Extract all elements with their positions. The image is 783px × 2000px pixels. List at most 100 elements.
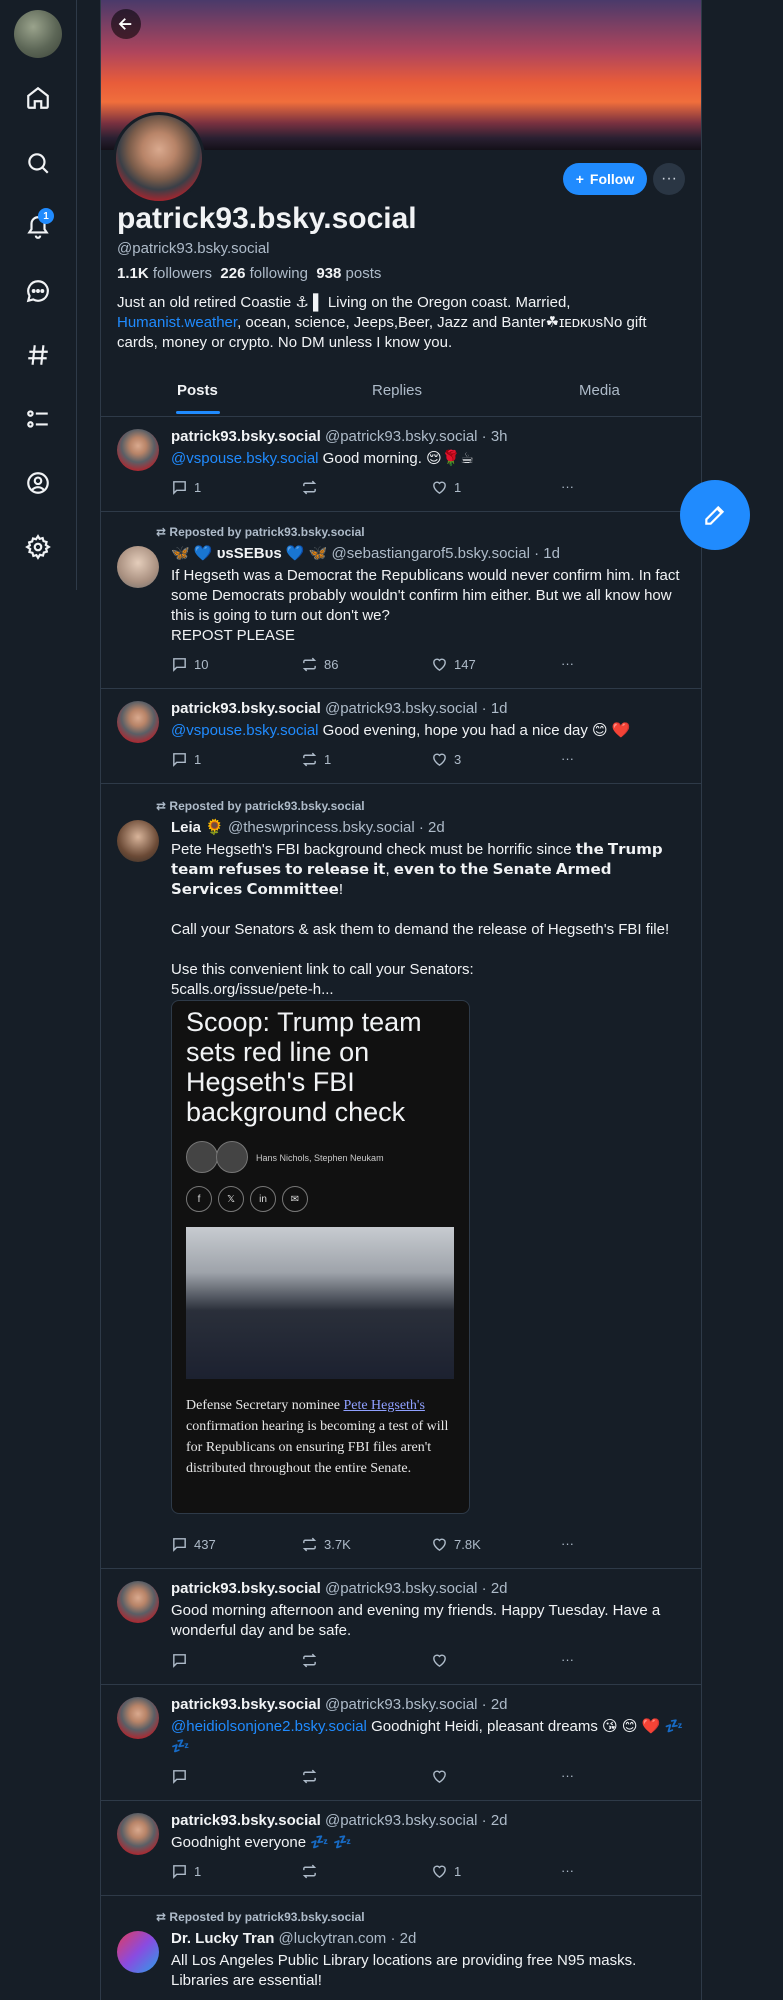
like-button[interactable] <box>431 1768 454 1785</box>
repost-button[interactable] <box>301 1768 324 1785</box>
posts-stat: 938 posts <box>316 265 382 282</box>
post-actions: 10 86 147 ··· <box>171 656 591 676</box>
repost-indicator[interactable]: ⇄ Reposted by patrick93.bsky.social <box>156 799 365 813</box>
chat-icon[interactable] <box>22 275 54 307</box>
feed-post[interactable]: patrick93.bsky.social @patrick93.bsky.so… <box>101 1801 701 1896</box>
compose-post-button[interactable] <box>680 480 750 550</box>
settings-gear-icon[interactable] <box>22 531 54 563</box>
repost-icon <box>302 1864 317 1879</box>
post-author-name[interactable]: Leia 🌻 <box>171 819 224 836</box>
card-authors: Hans Nichols, Stephen Neukam <box>256 1153 384 1163</box>
post-more-options-icon[interactable]: ··· <box>561 479 574 494</box>
back-arrow-icon[interactable] <box>111 9 141 39</box>
feed-post[interactable]: patrick93.bsky.social @patrick93.bsky.so… <box>101 417 701 512</box>
post-mention-link[interactable]: @heidiolsonjone2.bsky.social <box>171 1718 367 1735</box>
repost-button[interactable]: 3.7K <box>301 1536 351 1553</box>
reply-button[interactable] <box>171 1768 194 1785</box>
reply-button[interactable]: 1 <box>171 1863 201 1880</box>
reply-icon <box>173 1654 186 1668</box>
post-author-avatar[interactable] <box>117 1581 159 1623</box>
like-button[interactable]: 3 <box>431 751 461 768</box>
post-author-avatar[interactable] <box>117 1931 159 1973</box>
repost-indicator[interactable]: ⇄ Reposted by patrick93.bsky.social <box>156 525 365 539</box>
post-author-name[interactable]: 🦋 💙 ᴜsSEBᴜs 💙 🦋 <box>171 545 327 562</box>
feed-post[interactable]: patrick93.bsky.social @patrick93.bsky.so… <box>101 1569 701 1685</box>
post-author-avatar[interactable] <box>117 1813 159 1855</box>
profile-stats: 1.1K followers 226 following 938 posts <box>117 265 381 282</box>
my-avatar[interactable] <box>14 10 62 58</box>
post-author-avatar[interactable] <box>117 701 159 743</box>
like-button[interactable]: 147 <box>431 656 476 673</box>
post-mention-link[interactable]: @vspouse.bsky.social <box>171 722 319 739</box>
search-icon[interactable] <box>22 147 54 179</box>
post-mention-link[interactable]: @vspouse.bsky.social <box>171 450 319 467</box>
notification-badge: 1 <box>38 208 54 224</box>
repost-indicator[interactable]: ⇄ Reposted by patrick93.bsky.social <box>156 1910 365 1924</box>
feed-post[interactable]: patrick93.bsky.social @patrick93.bsky.so… <box>101 689 701 784</box>
tab-posts[interactable]: Posts <box>177 382 218 399</box>
like-button[interactable]: 1 <box>431 479 461 496</box>
post-more-options-icon[interactable]: ··· <box>561 1536 574 1551</box>
like-button[interactable] <box>431 1652 454 1669</box>
followers-stat[interactable]: 1.1K followers <box>117 265 212 282</box>
post-more-options-icon[interactable]: ··· <box>561 1768 574 1783</box>
post-author-avatar[interactable] <box>117 820 159 862</box>
notifications-icon[interactable]: 1 <box>22 208 54 243</box>
repost-button[interactable] <box>301 479 324 496</box>
post-author-avatar[interactable] <box>117 429 159 471</box>
feed-post[interactable]: ⇄ Reposted by patrick93.bsky.social 🦋 💙 … <box>101 512 701 689</box>
post-more-options-icon[interactable]: ··· <box>561 1652 574 1667</box>
repost-icon <box>302 480 317 495</box>
reply-button[interactable] <box>171 1652 194 1669</box>
post-author-handle: @sebastiangarof5.bsky.social · 1d <box>331 545 560 562</box>
repost-button[interactable] <box>301 1863 324 1880</box>
profile-bio: Just an old retired Coastie ⚓ ▌ Living o… <box>117 294 647 351</box>
post-more-options-icon[interactable]: ··· <box>561 656 574 671</box>
reply-button[interactable]: 1 <box>171 479 201 496</box>
bio-link[interactable]: Humanist.weather <box>117 314 237 331</box>
post-more-options-icon[interactable]: ··· <box>561 751 574 766</box>
left-sidebar: 1 <box>0 0 77 590</box>
feed-post[interactable]: patrick93.bsky.social @patrick93.bsky.so… <box>101 1685 701 1801</box>
feed-post[interactable]: ⇄ Reposted by patrick93.bsky.social Leia… <box>101 784 701 1569</box>
home-icon[interactable] <box>22 82 54 114</box>
repost-button[interactable]: 1 <box>301 751 331 768</box>
post-author-name[interactable]: patrick93.bsky.social <box>171 1812 321 1829</box>
like-button[interactable]: 7.8K <box>431 1536 481 1553</box>
post-author-name[interactable]: patrick93.bsky.social <box>171 700 321 717</box>
profile-more-options-icon[interactable]: ··· <box>653 163 685 195</box>
repost-small-icon: ⇄ <box>156 1910 167 1924</box>
post-more-options-icon[interactable]: ··· <box>561 1863 574 1878</box>
link-preview-card[interactable]: Scoop: Trump team sets red line on Hegse… <box>171 1000 470 1514</box>
feed-post[interactable]: ⇄ Reposted by patrick93.bsky.social Dr. … <box>101 1896 701 2000</box>
post-author-name[interactable]: patrick93.bsky.social <box>171 1580 321 1597</box>
profile-icon[interactable] <box>22 467 54 499</box>
profile-avatar[interactable] <box>113 112 205 204</box>
post-actions: 1 1 ··· <box>171 1863 591 1883</box>
like-button[interactable]: 1 <box>431 1863 461 1880</box>
reply-button[interactable]: 437 <box>171 1536 216 1553</box>
feeds-hashtag-icon[interactable] <box>22 339 54 371</box>
reply-button[interactable]: 1 <box>171 751 201 768</box>
repost-button[interactable] <box>301 1652 324 1669</box>
post-author-avatar[interactable] <box>117 1697 159 1739</box>
post-author-name[interactable]: Dr. Lucky Tran <box>171 1930 274 1947</box>
post-author-name[interactable]: patrick93.bsky.social <box>171 1696 321 1713</box>
repost-button[interactable]: 86 <box>301 656 338 673</box>
following-stat[interactable]: 226 following <box>220 265 308 282</box>
post-text-line: REPOST PLEASE <box>171 627 295 644</box>
profile-main-column: + Follow ··· patrick93.bsky.social @patr… <box>100 0 702 2000</box>
tab-media[interactable]: Media <box>579 382 620 399</box>
profile-display-name: patrick93.bsky.social <box>117 202 417 235</box>
lists-icon[interactable] <box>22 403 54 435</box>
plus-icon: + <box>575 171 584 187</box>
follow-button[interactable]: + Follow <box>563 163 647 195</box>
tab-replies[interactable]: Replies <box>372 382 422 399</box>
post-author-handle: @luckytran.com · 2d <box>278 1930 417 1947</box>
reply-button[interactable]: 10 <box>171 656 208 673</box>
post-author-name[interactable]: patrick93.bsky.social <box>171 428 321 445</box>
post-link[interactable]: 5calls.org/issue/pete-h... <box>171 980 686 1000</box>
post-author-avatar[interactable] <box>117 546 159 588</box>
repost-icon <box>302 657 317 672</box>
author-avatar <box>216 1141 248 1173</box>
